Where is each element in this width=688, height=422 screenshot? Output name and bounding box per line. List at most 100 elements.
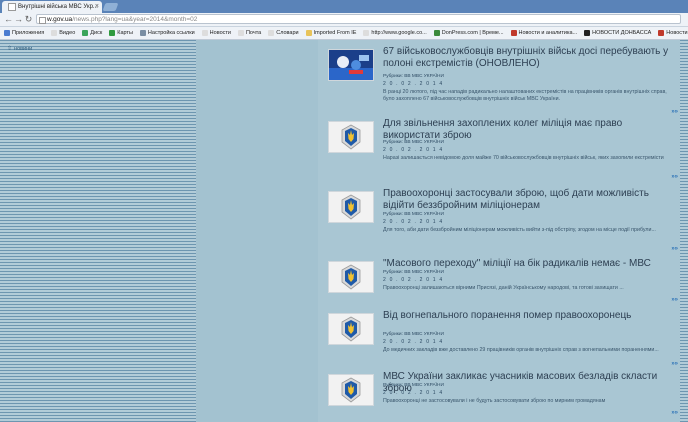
mvs-emblem-icon[interactable] [328,313,374,345]
news-summary: Правоохоронці залишаються вірними Присяз… [383,285,624,291]
tab-close-icon[interactable]: × [95,3,99,10]
news-title-link[interactable]: Для звільнення захоплених колег міліція … [383,118,673,142]
read-more-link[interactable]: »» [671,297,678,303]
url-path: /news.php?lang=ua&year=2014&month=02 [72,16,198,23]
bookmark-label: Словари [276,30,299,36]
bookmark-item[interactable]: Видео [51,30,75,36]
news-summary: В ранці 20 лютого, під час нападів радик… [383,89,667,102]
browser-tab[interactable]: Внутрішні війська МВС Укр... × [2,1,102,13]
bookmark-label: http://www.google.co... [371,30,427,36]
news-rubric[interactable]: Рубрики: ВВ МВС УКРАЇНИ [383,332,444,337]
page-icon [268,30,275,36]
read-more-link[interactable]: »» [671,361,678,367]
bookmark-label: Новости и аналитика... [518,30,578,36]
news-icon [584,30,591,36]
news-date: 2 0 . 0 2 . 2 0 1 4 [383,339,444,345]
bookmark-label: Карты [117,30,133,36]
bookmark-label: Настройка ссылки [147,30,195,36]
news-rubric[interactable]: Рубрики: ВВ МВС УКРАЇНИ [383,140,444,145]
page-icon [237,30,244,36]
news-rubric[interactable]: Рубрики: ВВ МВС УКРАЇНИ [383,212,444,217]
news-rubric[interactable]: Рубрики: ВВ МВС УКРАЇНИ [383,74,444,79]
bookmark-label: Диск [90,30,103,36]
bookmark-item[interactable]: Словари [268,30,299,36]
news-title-link[interactable]: Правоохоронці застосували зброю, щоб дат… [383,188,673,212]
address-bar[interactable]: w.gov.ua/news.php?lang=ua&year=2014&mont… [36,14,681,24]
bookmark-item[interactable]: Почта [237,30,262,36]
bookmark-label: Новости Украины н... [666,30,688,36]
news-date: 2 0 . 0 2 . 2 0 1 4 [383,219,444,225]
news-date: 2 0 . 0 2 . 2 0 1 4 [383,390,444,396]
tab-title: Внутрішні війська МВС Укр... [18,4,98,10]
url-host: w.gov.ua [47,16,73,23]
bookmarks-bar: Приложения Видео Диск Карты Настройка ссылки… [0,27,688,40]
folder-icon [305,30,312,36]
tab-strip: Внутрішні війська МВС Укр... × [0,0,688,13]
page-favicon-icon [8,3,16,11]
news-title-link[interactable]: "Масового переходу" міліції на бік радик… [383,258,673,270]
news-icon [658,30,665,36]
bookmark-item[interactable]: Приложения [4,30,44,36]
breadcrumb-link[interactable]: ⇧ новини [7,45,33,53]
bookmark-label: Почта [245,30,262,36]
bookmark-item[interactable]: Новости [201,30,231,36]
bookmark-item[interactable]: Диск [82,30,102,36]
news-date: 2 0 . 0 2 . 2 0 1 4 [383,277,444,283]
read-more-link[interactable]: »» [671,410,678,416]
page-icon [201,30,208,36]
page-icon [363,30,370,36]
page-icon [39,17,46,24]
bookmark-item[interactable]: http://www.google.co... [363,30,427,36]
drive-icon [82,30,89,36]
middle-column [196,40,318,422]
bookmark-label: Приложения [12,30,45,36]
news-item: Правоохоронці застосували зброю, щоб дат… [328,188,678,254]
news-item: "Масового переходу" міліції на бік радик… [328,258,678,305]
new-tab-button[interactable] [102,3,119,11]
bookmark-item[interactable]: DonPress.com | Време... [433,30,504,36]
news-list: 67 військовослужбовців внутрішніх військ… [318,40,680,422]
news-icon [510,30,517,36]
bookmark-label: НОВОСТИ ДОНБАССА [592,30,652,36]
mvs-emblem-icon[interactable] [328,191,374,223]
news-item: Від вогнепального поранення помер правоо… [328,310,678,369]
bookmark-item[interactable]: НОВОСТИ ДОНБАССА [584,30,651,36]
news-summary: Наразі залишається невідомою доля майже … [383,155,664,161]
news-date: 2 0 . 0 2 . 2 0 1 4 [383,147,444,153]
mvs-emblem-icon[interactable] [328,121,374,153]
news-item: МВС України закликає учасників масових б… [328,371,678,418]
web-page: ⇧ новини 67 військовослужбовців внутрішн… [0,40,688,422]
bookmark-item[interactable]: Карты [109,30,133,36]
left-striped-panel: ⇧ новини [0,40,196,422]
read-more-link[interactable]: »» [671,246,678,252]
apps-icon [4,30,10,36]
bookmark-label: Видео [59,30,76,36]
news-photo[interactable] [328,49,374,81]
bookmark-item[interactable]: Настройка ссылки [139,30,195,36]
news-date: 2 0 . 0 2 . 2 0 1 4 [383,81,444,87]
page-icon [51,30,58,36]
bookmark-label: Imported From IE [313,30,357,36]
news-rubric[interactable]: Рубрики: ВВ МВС УКРАЇНИ [383,270,444,275]
breadcrumb-label: новини [14,45,33,52]
bookmark-label: DonPress.com | Време... [441,30,504,36]
bookmark-label: Новости [209,30,231,36]
news-rubric[interactable]: Рубрики: ВВ МВС УКРАЇНИ [383,383,444,388]
up-arrow-icon: ⇧ [7,46,13,52]
mvs-emblem-icon[interactable] [328,261,374,293]
news-title-link[interactable]: 67 військовослужбовців внутрішніх військ… [383,46,673,70]
browser-toolbar: ← → ↻ w.gov.ua/news.php?lang=ua&year=201… [0,13,688,27]
news-item: 67 військовослужбовців внутрішніх військ… [328,46,678,117]
donpress-icon [433,30,440,36]
news-summary: Правоохоронці не застосовували і не буду… [383,398,606,404]
bookmark-item[interactable]: Новости и аналитика... [510,30,578,36]
puzzle-icon [139,30,146,36]
reload-icon[interactable]: ↻ [23,14,34,25]
read-more-link[interactable]: »» [671,174,678,180]
maps-icon [109,30,116,36]
bookmark-item[interactable]: Imported From IE [305,30,357,36]
mvs-emblem-icon[interactable] [328,374,374,406]
bookmark-item[interactable]: Новости Украины н... [658,30,688,36]
news-title-link[interactable]: Від вогнепального поранення помер правоо… [383,310,673,322]
read-more-link[interactable]: »» [671,109,678,115]
